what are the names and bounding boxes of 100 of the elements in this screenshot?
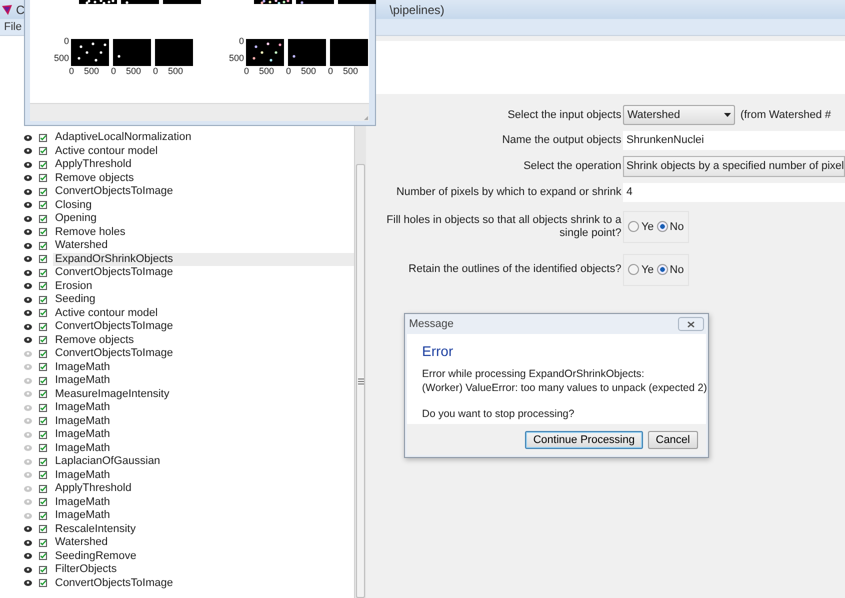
checkbox-icon[interactable]	[39, 538, 47, 547]
module-item[interactable]: ImageMath	[53, 360, 354, 374]
checkbox-icon[interactable]	[39, 174, 47, 182]
module-item[interactable]: Seeding	[53, 293, 354, 306]
module-item[interactable]: Watershed	[53, 536, 354, 550]
menu-item[interactable]: File	[0, 21, 26, 33]
eye-icon[interactable]	[24, 134, 32, 141]
eye-icon[interactable]	[24, 202, 32, 208]
eye-icon[interactable]	[24, 256, 32, 262]
checkbox-icon[interactable]	[39, 255, 47, 264]
checkbox-icon[interactable]	[39, 498, 47, 506]
eye-icon[interactable]	[24, 296, 32, 303]
text-field[interactable]: ShrunkenNuclei	[623, 130, 845, 150]
checkbox-icon[interactable]	[39, 471, 47, 480]
checkbox-icon[interactable]	[39, 404, 47, 412]
radio-button[interactable]	[628, 264, 640, 275]
module-item[interactable]: Remove objects	[53, 172, 354, 185]
dropdown[interactable]: Watershed	[623, 105, 736, 125]
module-item[interactable]: Remove objects	[53, 334, 354, 347]
module-item[interactable]: Closing	[53, 198, 354, 212]
module-item[interactable]: MeasureImageIntensity	[53, 388, 354, 401]
checkbox-icon[interactable]	[39, 322, 47, 331]
resize-grip-icon[interactable]	[363, 115, 369, 121]
checkbox-icon[interactable]	[39, 430, 47, 439]
eye-icon[interactable]	[24, 229, 32, 236]
eye-icon[interactable]	[24, 310, 32, 316]
radio-button[interactable]	[656, 264, 668, 275]
checkbox-icon[interactable]	[39, 350, 47, 358]
module-item[interactable]: ConvertObjectsToImage	[53, 320, 354, 334]
module-item[interactable]: ConvertObjectsToImage	[53, 266, 354, 280]
eye-icon[interactable]	[24, 188, 32, 195]
module-item[interactable]: ImageMath	[53, 414, 354, 428]
module-item[interactable]: ConvertObjectsToImage	[53, 347, 354, 360]
module-item[interactable]: Active contour model	[53, 144, 354, 158]
checkbox-icon[interactable]	[39, 134, 47, 142]
module-item[interactable]: ImageMath	[53, 374, 354, 388]
checkbox-icon[interactable]	[39, 147, 47, 156]
eye-icon[interactable]	[24, 580, 32, 586]
checkbox-icon[interactable]	[39, 417, 47, 426]
module-item[interactable]: Active contour model	[53, 306, 354, 320]
module-item[interactable]: ImageMath	[53, 496, 354, 509]
dropdown[interactable]: Shrink objects by a specified number of pixel	[623, 156, 845, 176]
module-item[interactable]: SeedingRemove	[53, 550, 354, 563]
module-item[interactable]: LaplacianOfGaussian	[53, 455, 354, 468]
module-item[interactable]: ApplyThreshold	[53, 482, 354, 496]
checkbox-icon[interactable]	[39, 188, 47, 196]
checkbox-icon[interactable]	[39, 525, 47, 534]
checkbox-icon[interactable]	[39, 201, 47, 210]
eye-icon[interactable]	[24, 553, 32, 560]
checkbox-icon[interactable]	[39, 160, 47, 169]
dialog-button[interactable]: Cancel	[648, 430, 698, 448]
checkbox-icon[interactable]	[39, 214, 47, 223]
module-item[interactable]: AdaptiveLocalNormalization	[53, 131, 354, 144]
module-item[interactable]: ImageMath	[53, 401, 354, 414]
eye-icon[interactable]	[24, 337, 32, 344]
eye-icon[interactable]	[24, 526, 32, 532]
text-field[interactable]: 4	[623, 182, 845, 202]
module-item[interactable]: ImageMath	[53, 468, 354, 482]
eye-icon[interactable]	[24, 242, 32, 249]
eye-icon[interactable]	[24, 270, 32, 276]
checkbox-icon[interactable]	[39, 552, 47, 560]
checkbox-icon[interactable]	[39, 268, 47, 277]
checkbox-icon[interactable]	[39, 484, 47, 493]
eye-icon[interactable]	[24, 162, 32, 168]
eye-icon[interactable]	[24, 540, 32, 546]
eye-icon[interactable]	[24, 175, 32, 182]
module-item[interactable]: ImageMath	[53, 428, 354, 442]
module-item[interactable]: ApplyThreshold	[53, 158, 354, 172]
scrollbar-thumb[interactable]	[356, 164, 366, 598]
checkbox-icon[interactable]	[39, 309, 47, 318]
module-item[interactable]: ImageMath	[53, 442, 354, 455]
checkbox-icon[interactable]	[39, 566, 47, 574]
checkbox-icon[interactable]	[39, 282, 47, 290]
close-button[interactable]	[678, 317, 704, 331]
module-item[interactable]: Opening	[53, 212, 354, 226]
radio-button[interactable]	[656, 221, 668, 232]
module-item[interactable]: ExpandOrShrinkObjects	[53, 252, 354, 266]
checkbox-icon[interactable]	[39, 444, 47, 452]
module-item[interactable]: Watershed	[53, 239, 354, 252]
radio-button[interactable]	[628, 221, 640, 232]
module-item[interactable]: Erosion	[53, 280, 354, 293]
checkbox-icon[interactable]	[39, 376, 47, 385]
checkbox-icon[interactable]	[39, 228, 47, 236]
module-item[interactable]: ImageMath	[53, 509, 354, 522]
checkbox-icon[interactable]	[39, 242, 47, 250]
module-item[interactable]: RescaleIntensity	[53, 522, 354, 536]
eye-icon[interactable]	[24, 148, 32, 154]
checkbox-icon[interactable]	[39, 512, 47, 520]
checkbox-icon[interactable]	[39, 579, 47, 588]
module-item[interactable]: ConvertObjectsToImage	[53, 576, 354, 590]
checkbox-icon[interactable]	[39, 458, 47, 466]
module-item[interactable]: ConvertObjectsToImage	[53, 185, 354, 198]
eye-icon[interactable]	[24, 566, 32, 573]
module-item[interactable]: FilterObjects	[53, 563, 354, 576]
dialog-button[interactable]: Continue Processing	[525, 430, 643, 448]
checkbox-icon[interactable]	[39, 390, 47, 398]
checkbox-icon[interactable]	[39, 336, 47, 344]
eye-icon[interactable]	[24, 216, 32, 222]
checkbox-icon[interactable]	[39, 296, 47, 304]
eye-icon[interactable]	[24, 283, 32, 290]
